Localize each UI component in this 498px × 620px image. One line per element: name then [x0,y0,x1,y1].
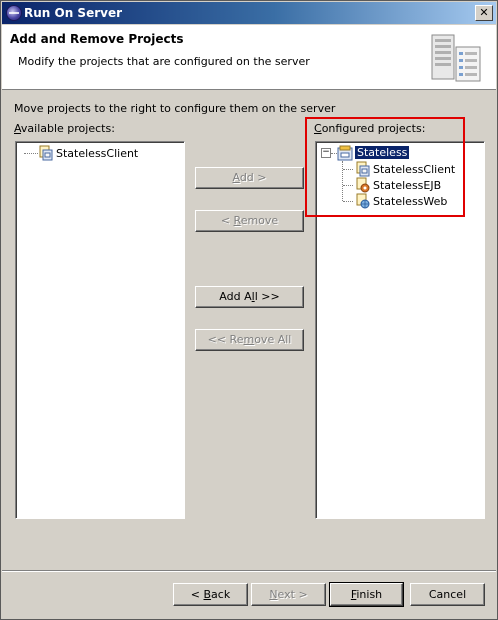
eclipse-icon [6,5,22,21]
next-button[interactable]: Next > [251,583,326,606]
add-button[interactable]: Add > [195,167,304,189]
tree-connector [24,153,38,154]
remove-button[interactable]: < Remove [195,210,304,232]
cancel-button[interactable]: Cancel [410,583,485,606]
available-projects-list[interactable]: StatelessClient [15,141,185,519]
footer-separator [2,570,496,572]
remove-all-button[interactable]: << Remove All [195,329,304,351]
add-all-button[interactable]: Add All >> [195,286,304,308]
highlight-box [305,117,465,217]
finish-button[interactable]: Finish [329,582,404,607]
back-button[interactable]: < Back [173,583,248,606]
wizard-header: Add and Remove Projects Modify the proje… [2,25,496,90]
run-on-server-dialog: Run On Server ✕ Add and Remove Projects … [0,0,498,620]
window-title: Run On Server [24,6,123,20]
page-description: Modify the projects that are configured … [18,55,310,68]
list-item[interactable]: StatelessClient [22,145,172,161]
title-bar[interactable]: Run On Server ✕ [2,2,496,24]
application-client-icon [39,145,53,161]
available-projects-label: Available projects: [14,122,115,135]
close-button[interactable]: ✕ [475,5,493,21]
page-title: Add and Remove Projects [10,32,184,46]
instruction-text: Move projects to the right to configure … [14,102,336,115]
server-wizard-icon [431,34,481,82]
